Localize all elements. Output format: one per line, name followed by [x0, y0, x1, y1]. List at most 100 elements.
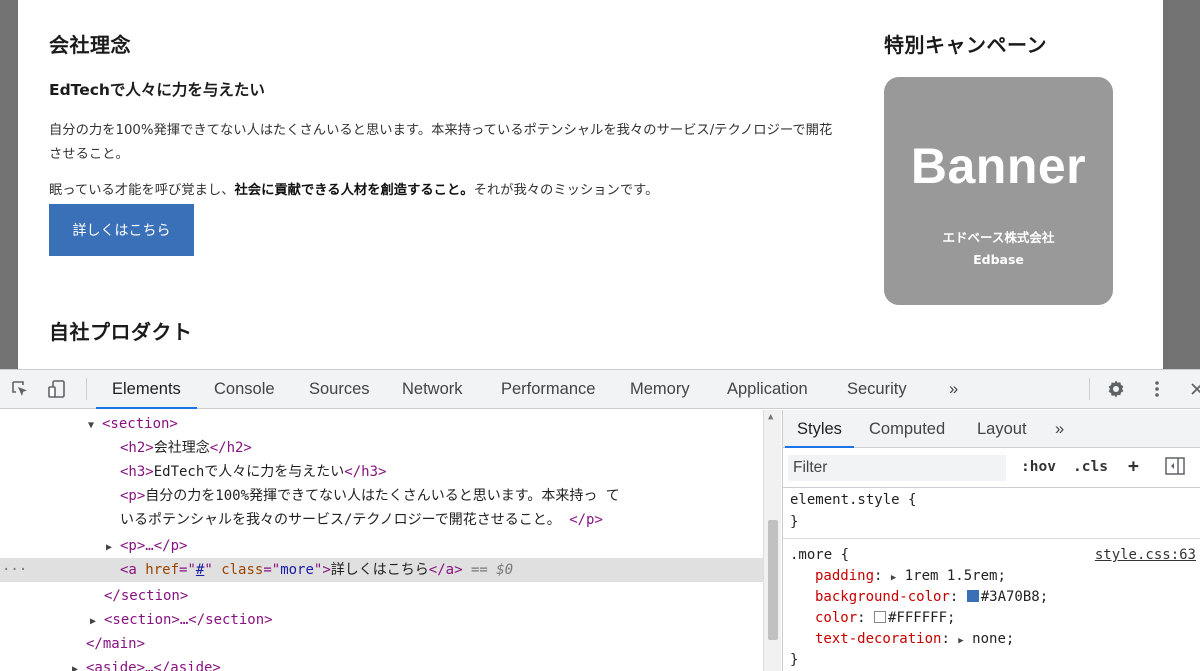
para2-end: それが我々のミッションです。	[473, 183, 659, 198]
node-actions-icon[interactable]: ···	[2, 558, 27, 582]
dom-node-section[interactable]: ▼ <section>	[0, 412, 763, 436]
prop-name: background-color	[815, 589, 950, 605]
class-toggle[interactable]: .cls	[1073, 459, 1108, 475]
element-style-text: element.style {	[790, 492, 917, 508]
prop-name: color	[815, 610, 858, 626]
more-rule-selector[interactable]: .more {	[790, 547, 849, 563]
tab-console[interactable]: Console	[214, 370, 275, 409]
h3-open-tag: <h3>	[120, 464, 154, 480]
tab-computed[interactable]: Computed	[869, 410, 945, 448]
color-swatch[interactable]	[966, 590, 979, 602]
dom-scrollbar-thumb[interactable]	[768, 520, 778, 640]
expand-triangle-icon[interactable]: ▶	[90, 610, 104, 634]
color-swatch[interactable]	[874, 611, 887, 623]
devtools-toolbar: Elements Console Sources Network Perform…	[0, 370, 1200, 409]
expand-triangle-icon[interactable]: ▶	[72, 658, 86, 671]
tab-security[interactable]: Security	[847, 370, 907, 409]
close-devtools-icon[interactable]	[1186, 378, 1200, 400]
banner-title: Banner	[910, 138, 1087, 194]
tab-sources[interactable]: Sources	[309, 370, 370, 409]
tab-elements[interactable]: Elements	[96, 370, 197, 409]
dom-node-section-collapsed[interactable]: ▶ <section>…</section>	[0, 608, 763, 632]
styles-filter-input[interactable]	[788, 455, 1006, 481]
prop-padding[interactable]: padding: ▶ 1rem 1.5rem;	[815, 568, 1006, 584]
campaign-banner[interactable]: Banner エドベース株式会社 Edbase	[884, 77, 1113, 305]
class-attr-value: more	[280, 562, 314, 578]
tab-memory[interactable]: Memory	[630, 370, 690, 409]
device-toolbar-icon[interactable]	[46, 378, 68, 400]
tab-performance[interactable]: Performance	[501, 370, 595, 409]
more-selector-text: .more {	[790, 547, 850, 563]
web-page: 会社理念 EdTechで人々に力を与えたい 自分の力を100%発揮できてない人は…	[18, 0, 1163, 369]
campaign-heading: 特別キャンペーン	[884, 33, 1047, 57]
h3-close-tag: </h3>	[344, 464, 387, 480]
para2-start: 眠っている才能を呼び覚まし、	[49, 183, 235, 198]
prop-background-color[interactable]: background-color: #3A70B8;	[815, 589, 1048, 605]
tab-layout[interactable]: Layout	[977, 410, 1027, 448]
tab-application[interactable]: Application	[727, 370, 808, 409]
expand-triangle-icon[interactable]: ▶	[106, 536, 120, 560]
prop-text-decoration[interactable]: text-decoration: ▶ none;	[815, 631, 1014, 647]
prop-name: padding	[815, 568, 875, 584]
prop-value[interactable]: none;	[972, 631, 1014, 647]
h2-close-tag: </h2>	[209, 440, 252, 456]
dom-node-p[interactable]: <p>自分の力を100%発揮できてない人はたくさんいると思います。本来持っ て	[0, 484, 763, 508]
collapse-triangle-icon[interactable]: ▼	[88, 414, 102, 438]
rule-divider	[783, 538, 1200, 539]
tab-network[interactable]: Network	[402, 370, 463, 409]
prop-value[interactable]: 1rem 1.5rem;	[905, 568, 1006, 584]
dom-node-h3[interactable]: <h3>EdTechで人々に力を与えたい</h3>	[0, 460, 763, 484]
prop-name: text-decoration	[815, 631, 942, 647]
dom-node-main-close[interactable]: </main>	[0, 632, 763, 656]
a-text: 詳しくはこちら	[330, 562, 429, 578]
prop-value[interactable]: #3A70B8;	[981, 589, 1048, 605]
aside-collapsed-tag: <aside>…</aside>	[86, 660, 221, 671]
section-collapsed-tag: <section>…</section>	[104, 612, 273, 628]
expand-triangle-icon[interactable]: ▶	[958, 636, 963, 646]
p-text-line1: 自分の力を100%発揮できてない人はたくさんいると思います。本来持っ て	[145, 488, 620, 504]
h2-open-tag: <h2>	[120, 440, 154, 456]
philosophy-paragraph-2: 眠っている才能を呼び覚まし、社会に貢献できる人材を創造すること。それが我々のミッ…	[49, 179, 839, 203]
element-style-close: }	[790, 514, 799, 530]
philosophy-paragraph-1: 自分の力を100%発揮できてない人はたくさんいると思います。本来持っているポテン…	[49, 123, 833, 162]
styles-tabbar: Styles Computed Layout »	[783, 410, 1200, 448]
element-style-selector[interactable]: element.style {	[790, 492, 916, 508]
styles-more-tabs-icon[interactable]: »	[1055, 410, 1064, 448]
banner-company-english: Edbase	[973, 252, 1024, 267]
prop-color[interactable]: color: #FFFFFF;	[815, 610, 955, 626]
toolbar-divider-right	[1089, 378, 1090, 400]
inspect-element-icon[interactable]	[9, 378, 31, 400]
new-style-rule-icon[interactable]: +	[1128, 456, 1139, 477]
href-attr-name: href	[145, 562, 180, 578]
expand-triangle-icon[interactable]: ▶	[891, 573, 896, 583]
scroll-up-arrow-icon[interactable]: ▲	[768, 412, 773, 422]
dom-node-a-selected[interactable]: ··· <a href="#" class="more">詳しくはこちら</a> …	[0, 558, 763, 582]
toolbar-divider	[86, 378, 87, 400]
stylesheet-source-link[interactable]: style.css:63	[1095, 547, 1196, 563]
dom-node-h2[interactable]: <h2>会社理念</h2>	[0, 436, 763, 460]
philosophy-heading: 会社理念	[49, 33, 131, 57]
section-tag: <section>	[102, 416, 178, 432]
a-open-tag: <a	[120, 562, 137, 578]
more-tabs-icon[interactable]: »	[949, 370, 958, 409]
dom-node-section-close[interactable]: </section>	[0, 584, 763, 608]
hover-state-toggle[interactable]: :hov	[1021, 459, 1056, 475]
more-options-icon[interactable]	[1146, 378, 1168, 400]
more-details-button[interactable]: 詳しくはこちら	[49, 204, 194, 256]
prop-value[interactable]: #FFFFFF;	[888, 610, 955, 626]
tab-styles[interactable]: Styles	[785, 410, 854, 448]
dom-node-p-collapsed[interactable]: ▶ <p>…</p>	[0, 534, 763, 558]
dom-node-aside-collapsed[interactable]: ▶ <aside>…</aside>	[0, 656, 763, 671]
a-close-tag: </a>	[428, 562, 463, 578]
toggle-sidebar-icon[interactable]	[1165, 457, 1185, 479]
p-text-line2: いるポテンシャルを我々のサービス/テクノロジーで開花させること。	[120, 512, 570, 528]
dom-scrollbar[interactable]: ▲	[763, 410, 781, 671]
styles-filter-bar: :hov .cls +	[783, 448, 1200, 488]
dom-node-p-continued[interactable]: いるポテンシャルを我々のサービス/テクノロジーで開花させること。 </p>	[0, 508, 763, 532]
settings-gear-icon[interactable]	[1105, 378, 1127, 400]
selected-node-marker: == $0	[470, 562, 514, 578]
para2-emphasis: 社会に貢献できる人材を創造すること。	[234, 183, 474, 198]
banner-company-name: エドベース株式会社	[942, 230, 1055, 245]
section-close-tag: </section>	[104, 588, 189, 604]
class-attr-name: class	[221, 562, 264, 578]
